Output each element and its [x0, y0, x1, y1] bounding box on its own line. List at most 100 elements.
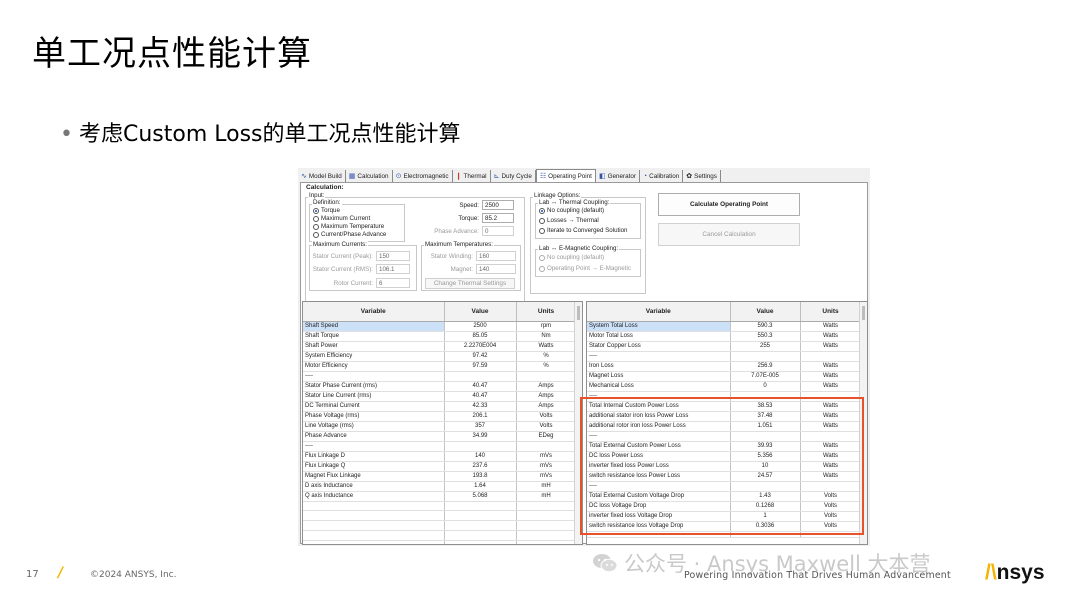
- table-row[interactable]: D axis Inductance 1.64 mH: [303, 481, 577, 492]
- grid-icon: ▦: [348, 173, 356, 180]
- table-row[interactable]: Stator Copper Loss 255 Watts: [587, 341, 862, 352]
- scrollbar-thumb[interactable]: [862, 306, 865, 320]
- table-row[interactable]: Phase Advance 34.99 EDeg: [303, 431, 577, 442]
- tab-label: Duty Cycle: [501, 172, 532, 180]
- radio-iterate-converged[interactable]: Iterate to Converged Solution: [539, 227, 628, 234]
- variable-cell: Motor Efficiency: [303, 361, 445, 372]
- table-row[interactable]: Stator Phase Current (rms) 40.47 Amps: [303, 381, 577, 392]
- table-row[interactable]: ----: [303, 441, 577, 452]
- table-row[interactable]: [303, 501, 577, 512]
- tab-model-build[interactable]: ∿ Model Build: [298, 170, 346, 182]
- radio-dot: [313, 223, 319, 230]
- tab-thermal[interactable]: ❙ Thermal: [453, 170, 491, 182]
- variable-cell: Shaft Torque: [303, 331, 445, 342]
- radio-operating-point-emag[interactable]: Operating Point → E-Magnetic: [539, 265, 631, 272]
- table-row[interactable]: Iron Loss 256.9 Watts: [587, 361, 862, 372]
- table-row[interactable]: [303, 540, 577, 544]
- torque-input[interactable]: 85.2: [482, 213, 514, 223]
- table-row[interactable]: Motor Total Loss 550.3 Watts: [587, 331, 862, 342]
- table-row[interactable]: System Total Loss 590.3 Watts: [587, 321, 862, 332]
- tab-electromagnetic[interactable]: ⊙ Electromagnetic: [393, 170, 453, 182]
- value-header[interactable]: Value: [730, 302, 801, 322]
- value-cell: [444, 371, 517, 382]
- variable-cell: [303, 530, 445, 541]
- stator-winding-field: Stator Winding: 160: [423, 251, 516, 261]
- change-thermal-settings-button[interactable]: Change Thermal Settings: [425, 278, 515, 289]
- radio-maximum-current[interactable]: Maximum Current: [313, 215, 370, 222]
- tab-label: Thermal: [463, 172, 487, 180]
- scrollbar-thumb[interactable]: [577, 306, 580, 320]
- variable-header[interactable]: Variable: [303, 302, 445, 322]
- units-cell: Watts: [516, 341, 577, 352]
- stator-rms-input[interactable]: 106.1: [376, 264, 410, 274]
- value-header[interactable]: Value: [444, 302, 517, 322]
- table-row[interactable]: System Efficiency 97.42%: [303, 351, 577, 362]
- value-cell: 7.07E-005: [730, 371, 801, 382]
- table-row[interactable]: Shaft Torque 85.05 Nm: [303, 331, 577, 342]
- magnet-input[interactable]: 140: [476, 264, 516, 274]
- table-row[interactable]: [303, 530, 577, 541]
- units-cell: EDeg: [516, 431, 577, 442]
- table-row[interactable]: [303, 520, 577, 531]
- tab-calculation[interactable]: ▦ Calculation: [346, 170, 393, 182]
- table-row[interactable]: Mechanical Loss 0 Watts: [587, 381, 862, 392]
- rotor-current-input[interactable]: 6: [376, 278, 410, 288]
- variable-cell: Iron Loss: [587, 361, 731, 372]
- radio-torque[interactable]: Torque: [313, 207, 340, 214]
- units-cell: Watts: [800, 341, 862, 352]
- radio-dot: [539, 207, 545, 214]
- tab-operating-point[interactable]: ☷ Operating Point: [535, 169, 596, 182]
- tab-settings[interactable]: ✿ Settings: [683, 170, 721, 182]
- table-header-row: Variable Value Units: [587, 302, 862, 322]
- bullet-dot: •: [60, 122, 73, 147]
- radio-losses-thermal[interactable]: Losses → Thermal: [539, 217, 599, 224]
- table-row[interactable]: Magnet Loss 7.07E-005 Watts: [587, 371, 862, 382]
- radio-dot: [539, 217, 545, 224]
- table-row[interactable]: ----: [587, 351, 862, 362]
- value-cell: 97.42: [444, 351, 517, 362]
- radio-thermal-no-coupling[interactable]: No coupling (default): [539, 207, 604, 214]
- phase-advance-input[interactable]: 0: [482, 226, 514, 236]
- magnet-temp-field: Magnet: 140: [423, 264, 516, 274]
- tab-duty-cycle[interactable]: ⊾ Duty Cycle: [491, 170, 536, 182]
- cancel-calculation-button[interactable]: Cancel Calculation: [658, 223, 800, 246]
- table-row[interactable]: Q axis Inductance 5.068 mH: [303, 491, 577, 502]
- table-row[interactable]: Flux Linkage D 140 mVs: [303, 451, 577, 462]
- table-row[interactable]: Motor Efficiency 97.59%: [303, 361, 577, 372]
- stator-winding-input[interactable]: 160: [476, 251, 516, 261]
- variable-cell: Stator Copper Loss: [587, 341, 731, 352]
- ansys-slash-mark: /: [58, 565, 64, 581]
- radio-label: Current/Phase Advance: [321, 231, 387, 238]
- table-row[interactable]: Shaft Power 2.2270E004 Watts: [303, 341, 577, 352]
- max-currents-label: Maximum Currents:: [312, 241, 368, 248]
- value-cell: 590.3: [730, 321, 801, 332]
- left-table: Variable Value Units Shaft Speed 2500 rpm S…: [303, 302, 577, 544]
- stator-rms-label: Stator Current (RMS):: [312, 265, 373, 273]
- units-header[interactable]: Units: [800, 302, 862, 322]
- radio-maximum-temperature[interactable]: Maximum Temperature: [313, 223, 384, 230]
- value-cell: [444, 510, 517, 522]
- table-row[interactable]: Shaft Speed 2500 rpm: [303, 321, 577, 332]
- table-row[interactable]: Phase Voltage (rms) 206.1 Volts: [303, 411, 577, 422]
- variable-header[interactable]: Variable: [587, 302, 731, 322]
- radio-current-phase-advance[interactable]: Current/Phase Advance: [313, 231, 386, 238]
- table-row[interactable]: ----: [303, 371, 577, 382]
- units-cell: [516, 501, 577, 512]
- table-row[interactable]: [303, 510, 577, 522]
- table-row[interactable]: Flux Linkage Q 237.6 mVs: [303, 461, 577, 472]
- table-row[interactable]: Line Voltage (rms) 357 Volts: [303, 421, 577, 432]
- table-row[interactable]: Magnet Flux Linkage 193.8 mVs: [303, 471, 577, 482]
- tab-calibration[interactable]: ◔ Calibration: [640, 170, 684, 182]
- variable-cell: Stator Phase Current (rms): [303, 381, 445, 392]
- value-cell: 40.47: [444, 391, 517, 402]
- radio-dot: [313, 215, 319, 222]
- speed-input[interactable]: 2500: [482, 200, 514, 210]
- table-row[interactable]: DC Terminal Current 42.33 Amps: [303, 401, 577, 412]
- variable-cell: System Total Loss: [587, 321, 731, 332]
- radio-emag-no-coupling[interactable]: No coupling (default): [539, 254, 604, 261]
- stator-peak-input[interactable]: 150: [376, 251, 410, 261]
- tab-generator[interactable]: ◧ Generator: [596, 170, 640, 182]
- units-header[interactable]: Units: [516, 302, 577, 322]
- calculate-operating-point-button[interactable]: Calculate Operating Point: [658, 193, 800, 216]
- table-row[interactable]: Stator Line Current (rms) 40.47 Amps: [303, 391, 577, 402]
